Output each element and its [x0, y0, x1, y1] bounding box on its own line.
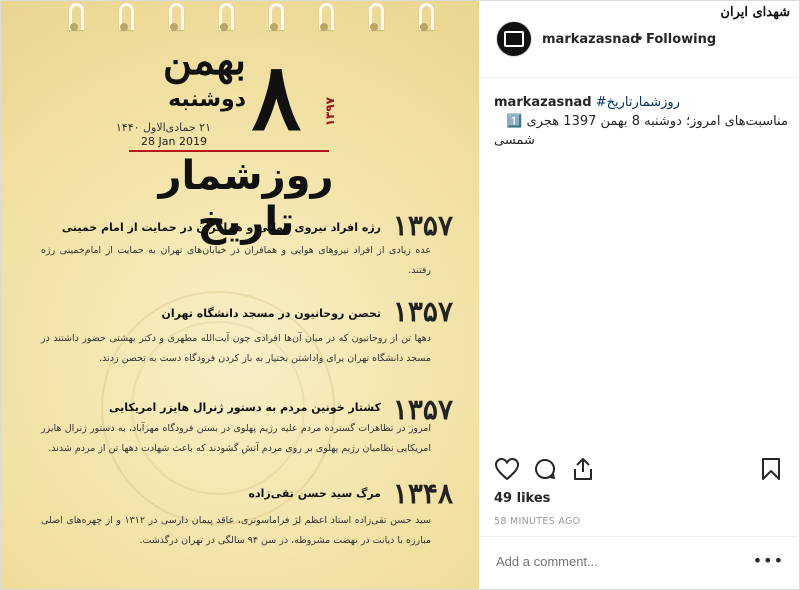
- event-title: تحصن روحانیون در مسجد دانشگاه تهران: [161, 307, 382, 320]
- event-title: کشتار خونین مردم به دستور ژنرال هایزر ام…: [108, 401, 381, 414]
- likes-count[interactable]: 49 likes: [494, 491, 550, 506]
- site-logo: شهدای ایران: [720, 5, 790, 20]
- month-name: بهمن: [162, 37, 246, 84]
- following-button[interactable]: Following: [646, 32, 716, 47]
- action-bar: [480, 456, 798, 486]
- event-title: مرگ سید حسن تقی‌زاده: [248, 487, 381, 500]
- day-number: ۸: [251, 43, 301, 151]
- event-desc: سید حسن تقی‌زاده استاد اعظم لژ فراماسونر…: [41, 515, 431, 546]
- title-divider: [129, 150, 329, 152]
- event-title: رژه افراد نیروی هوایی و همافران در حمایت…: [61, 221, 381, 234]
- event-desc: دهها تن از روحانیون که در میان آن‌ها افر…: [41, 333, 431, 364]
- notebook-rings: [61, 3, 441, 31]
- weekday-name: دوشنبه: [168, 87, 246, 112]
- caption-text: مناسبت‌های امروز؛ دوشنبه 8 بهمن 1397 هجر…: [506, 114, 788, 129]
- hijri-date: ۲۱ جمادی‌الاول ۱۴۴۰: [115, 121, 211, 134]
- comment-icon[interactable]: [532, 456, 558, 482]
- post-timestamp[interactable]: 58 MINUTES AGO: [494, 516, 580, 527]
- share-icon[interactable]: [570, 456, 596, 482]
- year-shamsi: ۱۳۹۷: [323, 97, 337, 127]
- comment-input[interactable]: [494, 553, 768, 570]
- post-image[interactable]: بهمن دوشنبه ۸ ۱۳۹۷ ۲۱ جمادی‌الاول ۱۴۴۰ 2…: [1, 1, 479, 589]
- caption-hashtag[interactable]: #روزشمارتاریخ: [596, 95, 680, 110]
- avatar[interactable]: [496, 21, 532, 57]
- more-options-icon[interactable]: •••: [753, 551, 784, 570]
- username-link[interactable]: markazasnad: [542, 32, 640, 47]
- event-desc: امروز در تظاهرات گسترده مردم علیه رژیم پ…: [41, 423, 431, 454]
- event-year: ۱۳۴۸: [392, 477, 453, 510]
- event-desc: عده زیادی از افراد نیروهای هوایی و همافر…: [41, 245, 431, 276]
- comment-box: •••: [480, 536, 798, 590]
- post-caption: markazasnad #روزشمارتاریخ مناسبت‌های امر…: [494, 93, 788, 150]
- event-year: ۱۳۵۷: [392, 295, 453, 328]
- separator-dot: •: [636, 32, 644, 47]
- caption-text-2: شمسی: [494, 133, 535, 148]
- gregorian-date: 28 Jan 2019: [141, 135, 207, 148]
- caption-username[interactable]: markazasnad: [494, 95, 592, 110]
- bookmark-icon[interactable]: [758, 456, 784, 482]
- post-sidebar: markazasnad • Following شهدای ایران mark…: [480, 1, 798, 589]
- post-header: markazasnad • Following شهدای ایران: [480, 1, 798, 78]
- event-year: ۱۳۵۷: [392, 209, 453, 242]
- heart-icon[interactable]: [494, 456, 520, 482]
